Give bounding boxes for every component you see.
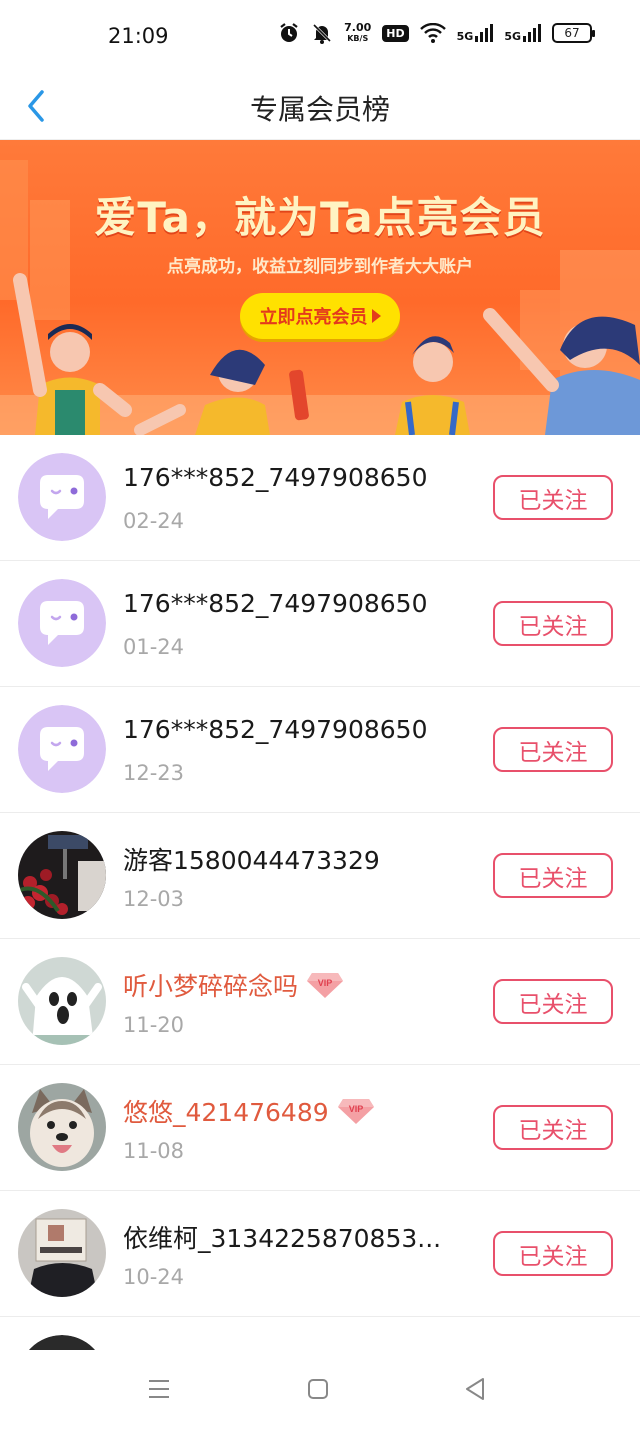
menu-icon[interactable] [148, 1379, 170, 1399]
member-row[interactable]: 176***852_7497908650 01-24 已关注 [0, 561, 640, 687]
member-row-partial[interactable] [0, 1317, 640, 1350]
member-name: 依维柯_3134225870853... [123, 1219, 441, 1255]
banner-cta-label: 立即点亮会员 [259, 307, 368, 328]
default-chat-avatar[interactable] [18, 453, 106, 541]
member-name: 176***852_7497908650 [123, 589, 428, 618]
follow-button[interactable]: 已关注 [493, 1231, 613, 1276]
signal-icon: 5G [457, 24, 494, 42]
member-name: 听小梦碎碎念吗 VIP [123, 967, 344, 1003]
member-name-text: 悠悠_421476489 [123, 1098, 329, 1127]
alarm-icon [278, 22, 300, 44]
promo-banner[interactable]: 爱Ta，就为Ta点亮会员 点亮成功，收益立刻同步到作者大大账户 立即点亮会员 [0, 140, 640, 435]
partial-avatar[interactable] [18, 1335, 106, 1350]
member-row[interactable]: 176***852_7497908650 12-23 已关注 [0, 687, 640, 813]
banner-title: 爱Ta，就为Ta点亮会员 [94, 193, 546, 242]
member-name: 悠悠_421476489 VIP [123, 1093, 375, 1129]
follow-button[interactable]: 已关注 [493, 1105, 613, 1150]
status-icons: 7.00 KB/S HD 5G 5G 67 [278, 22, 595, 44]
vip-badge-label: VIP [348, 1104, 363, 1114]
member-date: 01-24 [123, 635, 185, 659]
follow-button[interactable]: 已关注 [493, 601, 613, 646]
member-name-text: 听小梦碎碎念吗 [123, 972, 299, 1001]
net-speed-unit: KB/S [347, 34, 369, 43]
roses-photo-avatar[interactable] [18, 831, 106, 919]
member-date: 12-03 [123, 887, 185, 911]
member-row[interactable]: 176***852_7497908650 02-24 已关注 [0, 435, 640, 561]
box-photo-avatar[interactable] [18, 1209, 106, 1297]
follow-button[interactable]: 已关注 [493, 475, 613, 520]
member-date: 11-08 [123, 1139, 185, 1163]
member-date: 12-23 [123, 761, 185, 785]
follow-button[interactable]: 已关注 [493, 727, 613, 772]
member-date: 10-24 [123, 1265, 185, 1289]
vip-diamond-icon: VIP [337, 1099, 374, 1124]
member-name: 176***852_7497908650 [123, 715, 428, 744]
battery-icon: 67 [552, 23, 595, 43]
vip-badge-label: VIP [318, 978, 333, 988]
header: 专属会员榜 [0, 72, 640, 140]
banner-cta-button[interactable]: 立即点亮会员 [240, 293, 400, 339]
status-time: 21:09 [108, 24, 169, 48]
member-name-text: 176***852_7497908650 [123, 715, 428, 744]
ghost-avatar[interactable] [18, 957, 106, 1045]
member-date: 02-24 [123, 509, 185, 533]
member-name-text: 游客1580044473329 [123, 846, 380, 875]
follow-button[interactable]: 已关注 [493, 853, 613, 898]
play-arrow-icon [371, 309, 381, 323]
system-nav-bar [0, 1350, 640, 1429]
member-name-text: 176***852_7497908650 [123, 589, 428, 618]
page-title: 专属会员榜 [249, 93, 390, 126]
net-type-2: 5G [504, 30, 521, 43]
home-icon[interactable] [307, 1378, 329, 1400]
member-row[interactable]: 悠悠_421476489 VIP 11-08 已关注 [0, 1065, 640, 1191]
default-chat-avatar[interactable] [18, 705, 106, 793]
mute-icon [311, 22, 333, 44]
member-row[interactable]: 听小梦碎碎念吗 VIP 11-20 已关注 [0, 939, 640, 1065]
battery-level: 67 [564, 26, 580, 40]
default-chat-avatar[interactable] [18, 579, 106, 667]
member-name-text: 176***852_7497908650 [123, 463, 428, 492]
net-speed-value: 7.00 [344, 21, 372, 34]
net-speed: 7.00 KB/S [344, 22, 371, 44]
back-icon[interactable] [464, 1377, 486, 1401]
signal-icon-2: 5G [504, 24, 541, 42]
member-date: 11-20 [123, 1013, 185, 1037]
vip-diamond-icon: VIP [307, 973, 344, 998]
net-type-1: 5G [456, 30, 474, 43]
wifi-icon [419, 23, 446, 43]
member-name: 176***852_7497908650 [123, 463, 428, 492]
hd-badge: HD [382, 24, 409, 42]
follow-button[interactable]: 已关注 [493, 979, 613, 1024]
member-list[interactable]: 176***852_7497908650 02-24 已关注 176***852… [0, 435, 640, 1350]
banner-subtitle: 点亮成功，收益立刻同步到作者大大账户 [167, 257, 473, 277]
member-row[interactable]: 游客1580044473329 12-03 已关注 [0, 813, 640, 939]
dog-photo-avatar[interactable] [18, 1083, 106, 1171]
member-name-text: 依维柯_3134225870853... [123, 1224, 442, 1253]
member-name: 游客1580044473329 [123, 841, 380, 877]
status-bar: 21:09 7.00 KB/S HD 5G 5G 67 [0, 0, 640, 72]
member-row[interactable]: 依维柯_3134225870853... 10-24 已关注 [0, 1191, 640, 1317]
